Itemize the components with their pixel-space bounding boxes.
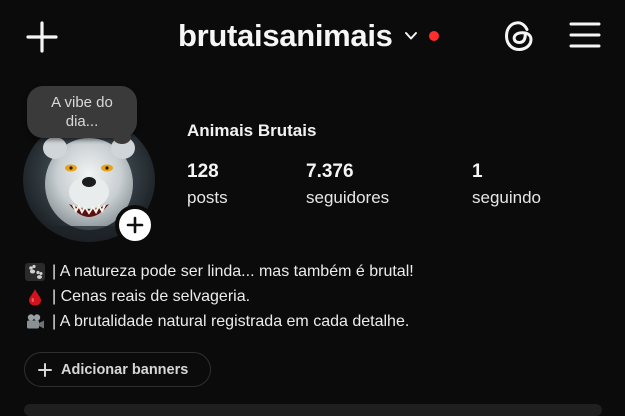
posts-count: 128 <box>187 161 219 182</box>
note-text: A vibe do dia... <box>51 94 113 130</box>
bio: | A natureza pode ser linda... mas també… <box>24 259 414 334</box>
posts-label: posts <box>187 188 228 207</box>
display-name: Animais Brutais <box>187 121 317 140</box>
threads-button[interactable] <box>500 17 538 55</box>
note-bubble[interactable]: A vibe do dia... <box>27 86 137 144</box>
account-switcher[interactable]: brutaisanimais <box>178 14 439 58</box>
hamburger-menu-icon <box>569 22 601 48</box>
chevron-down-icon <box>404 32 417 40</box>
followers-count: 7.376 <box>306 161 354 182</box>
add-banners-label: Adicionar banners <box>61 361 189 378</box>
threads-icon <box>504 21 533 52</box>
add-story-button[interactable] <box>115 205 155 245</box>
plus-icon <box>26 21 58 53</box>
plus-icon <box>126 216 144 234</box>
stat-posts[interactable]: 128 posts <box>187 161 228 208</box>
paw-prints-icon <box>24 262 46 282</box>
bio-line: | A brutalidade natural registrada em ca… <box>24 309 414 334</box>
profile-header: brutaisanimais <box>0 0 625 72</box>
add-banners-button[interactable]: Adicionar banners <box>24 352 211 387</box>
blood-drop-icon <box>24 287 46 307</box>
bio-text: | A brutalidade natural registrada em ca… <box>52 312 410 330</box>
notification-dot <box>428 31 439 41</box>
video-camera-icon <box>24 312 46 332</box>
bio-text: | A natureza pode ser linda... mas també… <box>52 262 414 280</box>
create-button[interactable] <box>24 19 60 55</box>
menu-button[interactable] <box>568 20 602 50</box>
stat-followers[interactable]: 7.376 seguidores <box>306 161 389 208</box>
content-card-edge <box>24 404 602 416</box>
followers-label: seguidores <box>306 188 390 207</box>
bio-line: | Cenas reais de selvageria. <box>24 284 414 309</box>
stat-following[interactable]: 1 seguindo <box>472 161 541 208</box>
bio-line: | A natureza pode ser linda... mas també… <box>24 259 414 284</box>
following-label: seguindo <box>472 188 542 207</box>
username-title: brutaisanimais <box>178 18 393 53</box>
bio-text: | Cenas reais de selvageria. <box>52 287 251 305</box>
plus-icon <box>38 362 52 377</box>
following-count: 1 <box>472 161 483 182</box>
